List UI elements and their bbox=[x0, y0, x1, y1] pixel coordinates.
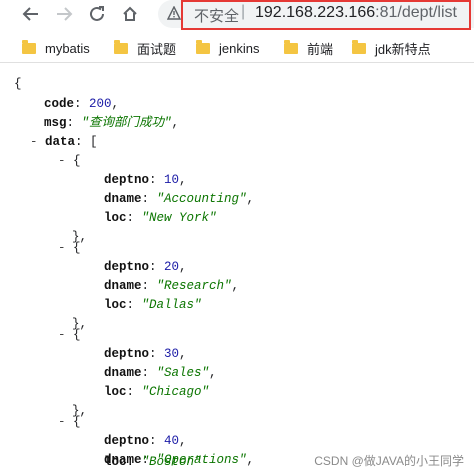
json-key: msg bbox=[44, 116, 67, 130]
deptno-value: 10 bbox=[164, 173, 180, 187]
json-data-line: - data: [ bbox=[30, 135, 98, 149]
collapse-toggle[interactable]: - bbox=[58, 154, 66, 168]
home-icon[interactable] bbox=[119, 3, 141, 25]
reload-icon[interactable] bbox=[86, 3, 108, 25]
dname-value: "Sales" bbox=[156, 366, 210, 380]
bookmark-interview[interactable]: 面试题 bbox=[114, 39, 176, 57]
collapse-toggle[interactable]: - bbox=[58, 328, 66, 342]
json-code-line: code: 200, bbox=[44, 97, 120, 111]
json-dname-line: dname: "Research", bbox=[104, 279, 240, 293]
deptno-value: 20 bbox=[164, 260, 180, 274]
json-code-value: 200 bbox=[89, 97, 112, 111]
json-key: code bbox=[44, 97, 75, 111]
bookmark-label: 前端 bbox=[307, 41, 334, 57]
collapse-toggle[interactable]: - bbox=[58, 241, 66, 255]
forward-arrow-icon[interactable] bbox=[53, 3, 75, 25]
dname-value: "Research" bbox=[156, 279, 232, 293]
bookmarks-bar: mybatis 面试题 jenkins 前端 jdk新特点 bbox=[0, 32, 474, 63]
json-open-brace: { bbox=[14, 77, 22, 91]
json-object-open: - { bbox=[58, 415, 81, 429]
json-key: data bbox=[45, 135, 76, 149]
bookmark-frontend[interactable]: 前端 bbox=[284, 39, 333, 57]
deptno-value: 40 bbox=[164, 434, 180, 448]
json-msg-line: msg: "查询部门成功", bbox=[44, 116, 180, 130]
browser-toolbar: 不安全 | 192.168.223.166:81/dept/list bbox=[0, 0, 474, 30]
folder-icon bbox=[196, 39, 210, 54]
folder-icon bbox=[22, 39, 36, 54]
folder-icon bbox=[284, 39, 298, 54]
loc-value: "Chicago" bbox=[141, 385, 210, 399]
loc-value: "Dallas" bbox=[141, 298, 202, 312]
json-deptno-line: deptno: 10, bbox=[104, 173, 187, 187]
bookmark-mybatis[interactable]: mybatis bbox=[22, 39, 90, 57]
json-loc-line: loc: "Chicago" bbox=[104, 385, 210, 399]
json-deptno-line: deptno: 20, bbox=[104, 260, 187, 274]
json-msg-value: "查询部门成功" bbox=[81, 116, 172, 130]
deptno-value: 30 bbox=[164, 347, 180, 361]
warning-icon[interactable] bbox=[166, 5, 182, 20]
json-object-open: - { bbox=[58, 241, 81, 255]
url-highlight-box bbox=[181, 0, 471, 30]
json-dname-line: dname: "Accounting", bbox=[104, 192, 255, 206]
json-loc-line: loc: "Boston" bbox=[104, 455, 202, 469]
json-object-open: - { bbox=[58, 328, 81, 342]
loc-value: "Boston" bbox=[141, 455, 202, 469]
folder-icon bbox=[114, 39, 128, 54]
csdn-watermark: CSDN @做JAVA的小王同学 bbox=[314, 454, 464, 468]
collapse-toggle[interactable]: - bbox=[30, 135, 38, 149]
loc-value: "New York" bbox=[141, 211, 217, 225]
json-deptno-line: deptno: 40, bbox=[104, 434, 187, 448]
json-loc-line: loc: "Dallas" bbox=[104, 298, 202, 312]
folder-icon bbox=[352, 39, 366, 54]
bookmark-label: jenkins bbox=[219, 40, 260, 56]
json-dname-line: dname: "Sales", bbox=[104, 366, 217, 380]
json-object-open: - { bbox=[58, 154, 81, 168]
bookmark-label: jdk新特点 bbox=[375, 41, 431, 57]
bookmark-jdk[interactable]: jdk新特点 bbox=[352, 39, 431, 57]
bookmark-jenkins[interactable]: jenkins bbox=[196, 39, 259, 57]
back-arrow-icon[interactable] bbox=[20, 3, 42, 25]
json-loc-line: loc: "New York" bbox=[104, 211, 217, 225]
bookmark-label: mybatis bbox=[45, 40, 90, 56]
bookmark-label: 面试题 bbox=[137, 41, 177, 57]
json-deptno-line: deptno: 30, bbox=[104, 347, 187, 361]
collapse-toggle[interactable]: - bbox=[58, 415, 66, 429]
dname-value: "Accounting" bbox=[156, 192, 247, 206]
